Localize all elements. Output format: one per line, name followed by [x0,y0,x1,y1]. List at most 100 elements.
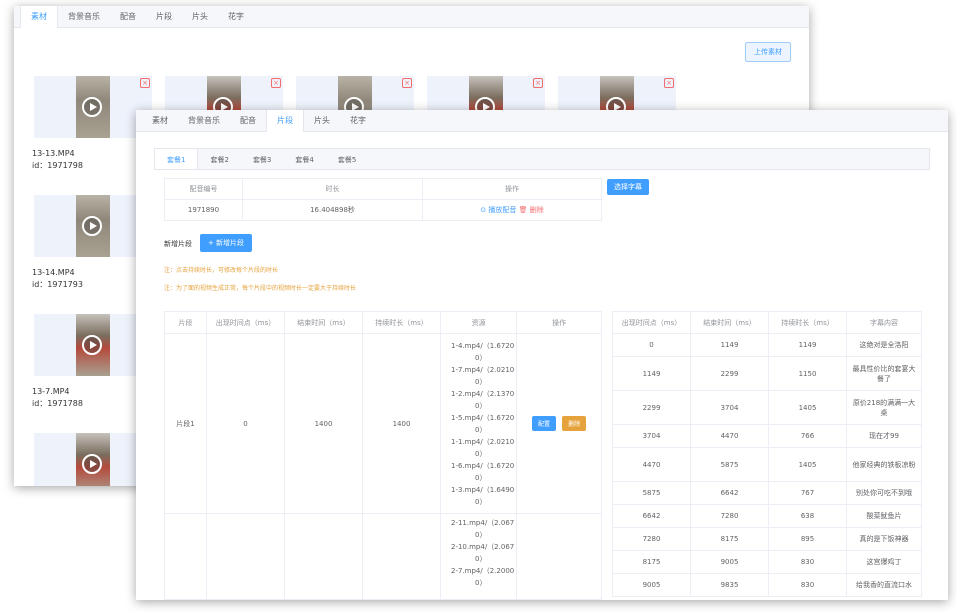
source-item: 2-10.mp4/（2.067 [451,543,515,551]
sub-text: 最具性价比的套宴大餐了 [846,356,922,391]
tab-package-1[interactable]: 套餐1 [155,149,199,169]
delete-icon[interactable]: × [533,78,543,88]
segment-end[interactable]: 1400 [284,333,363,514]
tab-package-3[interactable]: 套餐3 [241,149,283,169]
material-thumb[interactable] [34,314,152,376]
source-item: 0） [475,449,487,458]
sub-start: 8175 [612,550,691,574]
play-dub-link[interactable]: ⊙ 播放配音 [480,206,516,214]
source-item: 1-4.mp4/（1.6720 [451,341,515,350]
material-thumb[interactable] [34,433,152,486]
tab-package-2[interactable]: 套餐2 [198,149,240,169]
material-name: 13-13.MP4 [32,149,75,158]
add-segment-button[interactable]: + 新增片段 [200,234,252,252]
segment-start[interactable] [206,513,285,600]
back-tab-intro[interactable]: 片头 [182,6,218,28]
material-name: 13-14.MP4 [32,268,75,277]
col-start: 出现时间点（ms） [206,311,285,334]
col-ops: 操作 [516,311,602,334]
delete-icon[interactable]: × [402,78,412,88]
delete-icon[interactable]: × [140,78,150,88]
tab-package-4[interactable]: 套餐4 [283,149,325,169]
sub-end: 5875 [690,447,769,482]
source-item: 0） [475,425,487,434]
sub-text: 这绝对是全洛阳 [846,333,922,357]
back-tab-material[interactable]: 素材 [20,6,58,28]
sub-duration: 1405 [768,390,847,425]
note-duration: 注：点击持续时长，可修改每个片段的时长 [164,267,279,274]
source-item: 0） [475,555,487,563]
sub-start: 0 [612,333,691,357]
material-thumb[interactable]: × [34,76,152,138]
segment-duration[interactable]: 1400 [362,333,441,514]
col-sub-end: 结束时间（ms） [690,311,769,334]
play-icon[interactable] [82,216,102,236]
delete-dub-link[interactable]: 删除 [530,206,544,214]
upload-material-button[interactable]: 上传素材 [745,42,791,62]
table-row: 7280 8175 895 真的是下饭神器 [612,527,922,551]
sub-end: 4470 [690,424,769,448]
source-item: 1-2.mp4/（2.1370 [451,389,515,398]
tab-package-5[interactable]: 套餐5 [326,149,368,169]
material-thumb[interactable] [34,195,152,257]
add-segment-label: 新增片段 [164,240,192,248]
tab-intro[interactable]: 片头 [304,110,340,132]
package-tabs: 套餐1 套餐2 套餐3 套餐4 套餐5 [154,148,930,170]
table-row: 3704 4470 766 现在才99 [612,424,922,448]
source-item: 1-1.mp4/（2.0210 [451,437,515,446]
table-row: 6642 7280 638 酸菜鱿鱼片 [612,504,922,528]
source-item: 1-7.mp4/（2.0210 [451,365,515,374]
source-item: 0） [475,497,487,506]
play-icon[interactable] [82,97,102,117]
tab-material[interactable]: 素材 [142,110,178,132]
back-tab-dub[interactable]: 配音 [110,6,146,28]
table-row: 2-11.mp4/（2.067 0） 2-10.mp4/（2.067 0） 2-… [164,513,602,600]
segment-end[interactable] [284,513,363,600]
trash-icon[interactable]: 🗑 [519,206,528,214]
segment-sources: 2-11.mp4/（2.067 0） 2-10.mp4/（2.067 0） 2-… [439,513,518,600]
back-tab-bgm[interactable]: 背景音乐 [58,6,110,28]
back-tab-text[interactable]: 花字 [218,6,254,28]
table-row: 0 1149 1149 这绝对是全洛阳 [612,333,922,357]
dub-table: 配音编号 时长 操作 1971890 16.404898秒 ⊙ 播放配音 🗑 删… [164,178,602,221]
play-icon[interactable] [82,454,102,474]
configure-button[interactable]: 配置 [531,416,556,431]
material-id: id：1971793 [32,280,83,289]
sub-start: 6642 [612,504,691,528]
sub-start: 4470 [612,447,691,482]
sub-start: 9005 [612,573,691,597]
sub-duration: 830 [768,573,847,597]
material-id: id：1971798 [32,161,83,170]
delete-segment-button[interactable]: 删除 [562,416,587,431]
sub-text: 现在才99 [846,424,922,448]
sub-duration: 1405 [768,447,847,482]
sub-duration: 638 [768,504,847,528]
table-row: 1971890 16.404898秒 ⊙ 播放配音 🗑 删除 [164,199,602,221]
back-tab-segment[interactable]: 片段 [146,6,182,28]
col-sub-start: 出现时间点（ms） [612,311,691,334]
col-source: 资源 [439,311,518,334]
segment-duration[interactable] [362,513,441,600]
sub-duration: 830 [768,550,847,574]
sub-duration: 767 [768,481,847,505]
col-duration: 时长 [242,178,423,200]
tab-segment[interactable]: 片段 [266,110,304,132]
delete-icon[interactable]: × [271,78,281,88]
table-row: 8175 9005 830 这宫爆鸡丁 [612,550,922,574]
play-icon[interactable] [82,335,102,355]
sub-text: 真的是下饭神器 [846,527,922,551]
segment-name: 片段1 [164,333,207,514]
col-actions: 操作 [422,178,602,200]
dub-id: 1971890 [164,199,243,221]
segment-start[interactable]: 0 [206,333,285,514]
segment-sources: 1-4.mp4/（1.6720 0） 1-7.mp4/（2.0210 0） 1-… [439,333,518,514]
segment-table: 片段 出现时间点（ms） 结束时间（ms） 持续时长（ms） 资源 操作 片段1… [164,311,602,600]
sub-end: 3704 [690,390,769,425]
delete-icon[interactable]: × [664,78,674,88]
tab-bgm[interactable]: 背景音乐 [178,110,230,132]
note-video-length: 注：为了面的视频生成正常，每个片段中的视频时长一定要大于持续时长 [164,285,357,292]
tab-text[interactable]: 花字 [340,110,376,132]
choose-subtitle-button[interactable]: 选择字幕 [607,179,649,195]
tab-dub[interactable]: 配音 [230,110,266,132]
segment-name [164,513,207,600]
